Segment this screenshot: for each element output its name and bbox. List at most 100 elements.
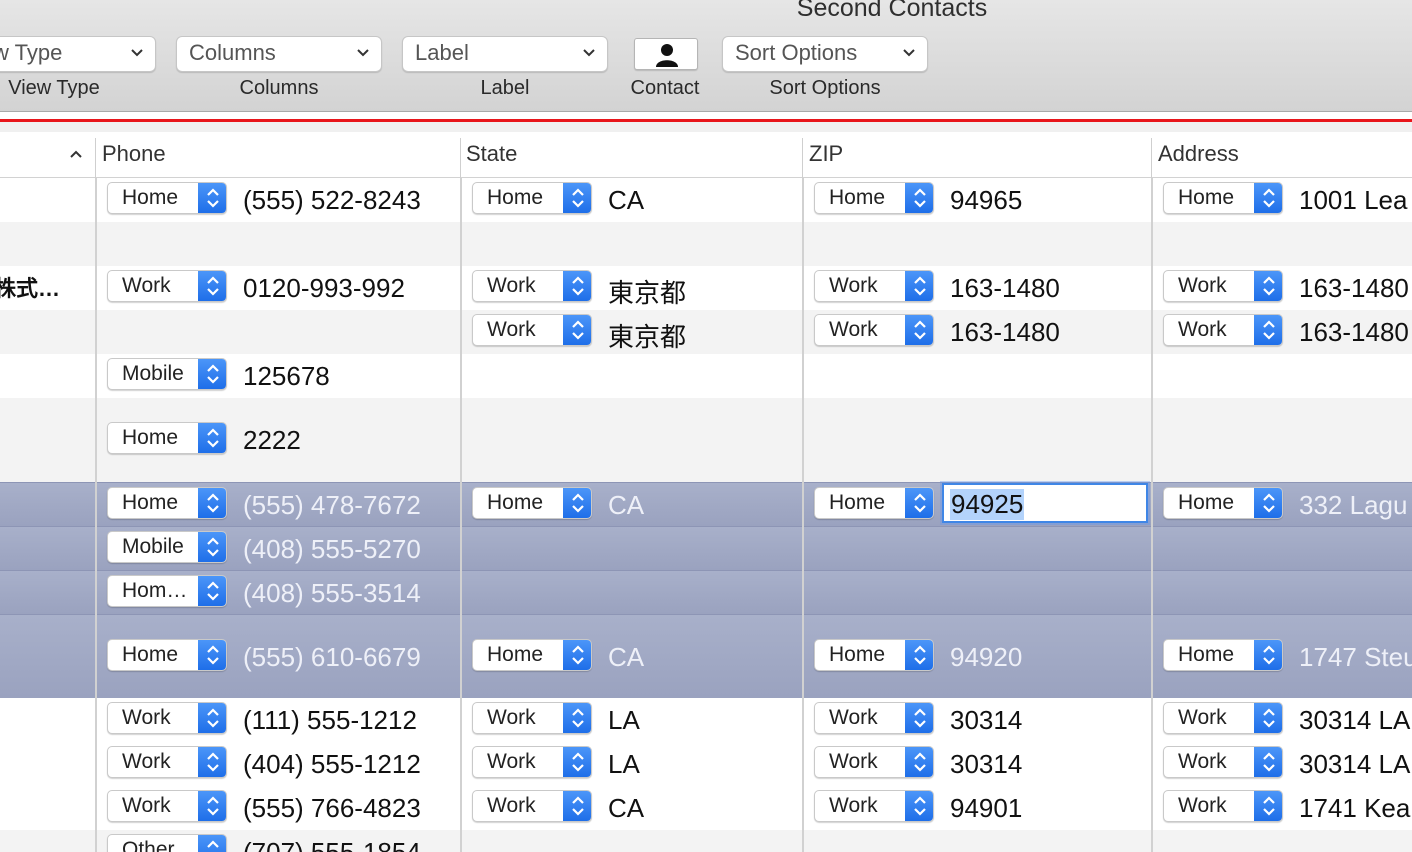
table-row[interactable]: [0, 222, 1412, 266]
popup-stepper[interactable]: [563, 747, 591, 777]
phone-label-popup[interactable]: Work: [107, 702, 227, 734]
phone-value[interactable]: (404) 555-1212: [243, 749, 421, 780]
popup-stepper[interactable]: [1254, 747, 1282, 777]
table-row[interactable]: Mobile (408) 555-5270: [0, 526, 1412, 570]
contact-button[interactable]: [634, 38, 698, 70]
address-value[interactable]: 1747 Steu: [1299, 642, 1412, 673]
popup-stepper[interactable]: [198, 532, 226, 562]
column-header-zip[interactable]: ZIP: [809, 141, 843, 167]
popup-stepper[interactable]: [198, 423, 226, 453]
popup-stepper[interactable]: [198, 703, 226, 733]
column-divider[interactable]: [1151, 138, 1152, 178]
table-row[interactable]: Hom… (408) 555-3514: [0, 570, 1412, 614]
popup-stepper[interactable]: [1254, 640, 1282, 670]
table-row[interactable]: Work (111) 555-1212 Work LA Work 30314 Work 303…: [0, 698, 1412, 742]
popup-stepper[interactable]: [1254, 703, 1282, 733]
phone-value[interactable]: 0120-993-992: [243, 273, 405, 304]
popup-stepper[interactable]: [198, 183, 226, 213]
zip-value[interactable]: 163-1480: [950, 317, 1060, 348]
zip-value[interactable]: 30314: [950, 749, 1022, 780]
table-row[interactable]: Home (555) 522-8243 Home CA Home 94965 Home 100…: [0, 178, 1412, 222]
zip-value[interactable]: 30314: [950, 705, 1022, 736]
popup-stepper[interactable]: [1254, 791, 1282, 821]
address-label-popup[interactable]: Home: [1163, 487, 1283, 519]
column-divider[interactable]: [802, 138, 803, 178]
columns-popup[interactable]: Columns: [176, 36, 382, 72]
popup-stepper[interactable]: [1254, 315, 1282, 345]
state-value[interactable]: LA: [608, 749, 640, 780]
popup-stepper[interactable]: [198, 488, 226, 518]
address-value[interactable]: 30314 LA: [1299, 705, 1410, 736]
table-row[interactable]: 株式… Work 0120-993-992 Work 東京都 Work 163-1480 Wo…: [0, 266, 1412, 310]
column-header-phone[interactable]: Phone: [102, 141, 166, 167]
address-label-popup[interactable]: Work: [1163, 702, 1283, 734]
phone-value[interactable]: (555) 478-7672: [243, 490, 421, 521]
phone-label-popup[interactable]: Work: [107, 790, 227, 822]
state-value[interactable]: 東京都: [608, 317, 686, 354]
state-label-popup[interactable]: Work: [472, 746, 592, 778]
phone-label-popup[interactable]: Work: [107, 270, 227, 302]
table-row[interactable]: Other (707) 555-1854: [0, 830, 1412, 852]
state-value[interactable]: LA: [608, 705, 640, 736]
popup-stepper[interactable]: [1254, 488, 1282, 518]
phone-label-popup[interactable]: Home: [107, 182, 227, 214]
column-header-address[interactable]: Address: [1158, 141, 1239, 167]
phone-value[interactable]: (555) 610-6679: [243, 642, 421, 673]
table-row[interactable]: Work (404) 555-1212 Work LA Work 30314 Work 303…: [0, 742, 1412, 786]
state-value[interactable]: CA: [608, 490, 644, 521]
phone-value[interactable]: (408) 555-3514: [243, 578, 421, 609]
view-type-popup[interactable]: w Type: [0, 36, 156, 72]
zip-value[interactable]: 94901: [950, 793, 1022, 824]
phone-label-popup[interactable]: Work: [107, 746, 227, 778]
phone-label-popup[interactable]: Home: [107, 487, 227, 519]
popup-stepper[interactable]: [563, 703, 591, 733]
popup-stepper[interactable]: [1254, 183, 1282, 213]
phone-label-popup[interactable]: Home: [107, 639, 227, 671]
popup-stepper[interactable]: [563, 271, 591, 301]
address-value[interactable]: 30314 LA: [1299, 749, 1410, 780]
zip-label-popup[interactable]: Work: [814, 270, 934, 302]
phone-label-popup[interactable]: Mobile: [107, 531, 227, 563]
sort-options-popup[interactable]: Sort Options: [722, 36, 928, 72]
table-row[interactable]: Work 東京都 Work 163-1480 Work 163-1480: [0, 310, 1412, 354]
popup-stepper[interactable]: [905, 791, 933, 821]
phone-label-popup[interactable]: Hom…: [107, 575, 227, 607]
popup-stepper[interactable]: [905, 703, 933, 733]
popup-stepper[interactable]: [905, 271, 933, 301]
table-row[interactable]: Work (555) 766-4823 Work CA Work 94901 Work 174…: [0, 786, 1412, 830]
address-value[interactable]: 1741 Kear: [1299, 793, 1412, 824]
popup-stepper[interactable]: [1254, 271, 1282, 301]
address-value[interactable]: 332 Lagu: [1299, 490, 1407, 521]
state-value[interactable]: CA: [608, 642, 644, 673]
address-label-popup[interactable]: Work: [1163, 314, 1283, 346]
table-row[interactable]: Home 2222: [0, 398, 1412, 482]
address-value[interactable]: 163-1480: [1299, 317, 1409, 348]
popup-stepper[interactable]: [198, 359, 226, 389]
address-label-popup[interactable]: Work: [1163, 270, 1283, 302]
popup-stepper[interactable]: [905, 747, 933, 777]
popup-stepper[interactable]: [563, 315, 591, 345]
label-popup[interactable]: Label: [402, 36, 608, 72]
popup-stepper[interactable]: [563, 183, 591, 213]
state-value[interactable]: 東京都: [608, 273, 686, 310]
state-label-popup[interactable]: Home: [472, 487, 592, 519]
phone-value[interactable]: (111) 555-1212: [243, 705, 417, 736]
column-divider[interactable]: [460, 138, 461, 178]
phone-value[interactable]: (555) 766-4823: [243, 793, 421, 824]
zip-value[interactable]: 94920: [950, 642, 1022, 673]
state-value[interactable]: CA: [608, 793, 644, 824]
zip-value[interactable]: 94965: [950, 185, 1022, 216]
column-header-state[interactable]: State: [466, 141, 517, 167]
state-label-popup[interactable]: Home: [472, 182, 592, 214]
popup-stepper[interactable]: [905, 640, 933, 670]
popup-stepper[interactable]: [905, 488, 933, 518]
zip-label-popup[interactable]: Home: [814, 487, 934, 519]
address-value[interactable]: 163-1480: [1299, 273, 1409, 304]
table-row[interactable]: Home (555) 610-6679 Home CA Home 94920 Home 174…: [0, 614, 1412, 698]
popup-stepper[interactable]: [198, 747, 226, 777]
phone-label-popup[interactable]: Other: [107, 834, 227, 852]
address-label-popup[interactable]: Work: [1163, 790, 1283, 822]
address-label-popup[interactable]: Home: [1163, 182, 1283, 214]
address-label-popup[interactable]: Home: [1163, 639, 1283, 671]
sort-ascending-icon[interactable]: [68, 146, 84, 162]
